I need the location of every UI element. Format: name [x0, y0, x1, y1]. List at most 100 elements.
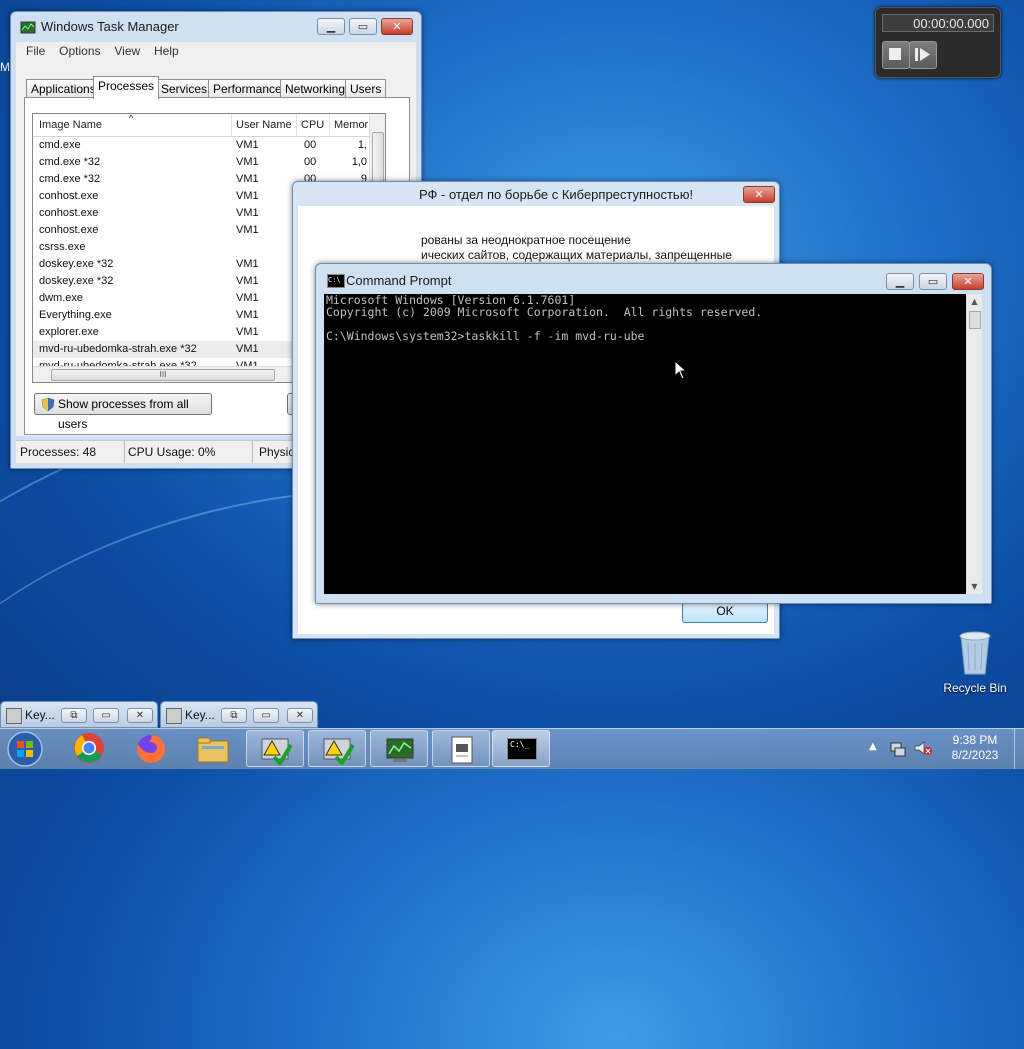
tab-users[interactable]: Users — [345, 79, 387, 98]
stop-button[interactable] — [882, 41, 910, 69]
start-button[interactable] — [5, 730, 45, 768]
message-line-2: ических сайтов, содержащих материалы, за… — [421, 248, 732, 262]
chrome-icon — [74, 733, 104, 763]
sort-arrow-icon: ^ — [129, 113, 134, 123]
tray-expand-arrow-icon[interactable]: ▲ — [869, 741, 877, 752]
status-cpu-usage: CPU Usage: 0% — [128, 441, 253, 463]
recycle-bin[interactable]: Recycle Bin — [940, 628, 1010, 695]
close-icon: ✕ — [754, 188, 764, 201]
menu-help[interactable]: Help — [154, 42, 179, 60]
cmd-window-title: Command Prompt — [346, 273, 452, 288]
table-row[interactable]: cmd.exe VM1 00 1, — [33, 137, 385, 154]
mouse-cursor-icon — [674, 360, 688, 380]
console-scrollbar[interactable]: ▲ ▼ — [967, 294, 982, 594]
process-name-cell: cmd.exe — [39, 139, 81, 151]
minimize-button[interactable]: ▁ — [317, 18, 345, 35]
process-user-cell: VM1 — [236, 309, 259, 321]
status-processes: Processes: 48 — [20, 441, 125, 463]
menu-file[interactable]: File — [26, 42, 45, 60]
process-name-cell: doskey.exe *32 — [39, 258, 114, 270]
thumbnail-1-restore-button[interactable]: ⧉ — [61, 708, 87, 723]
process-name-cell: conhost.exe — [39, 207, 99, 219]
process-name-cell: doskey.exe *32 — [39, 275, 114, 287]
tab-applications[interactable]: Applications — [26, 79, 101, 98]
table-row[interactable]: cmd.exe *32 VM1 00 1,0 — [33, 154, 385, 171]
taskbar-notepad[interactable] — [432, 730, 490, 767]
play-pause-icon — [915, 48, 930, 61]
taskbar-explorer[interactable] — [184, 730, 242, 767]
clock-date: 8/2/2023 — [951, 748, 999, 762]
console-scroll-thumb[interactable] — [969, 311, 981, 329]
process-user-cell: VM1 — [236, 190, 259, 202]
process-user-cell: VM1 — [236, 275, 259, 287]
process-cpu-cell: 00 — [304, 139, 317, 151]
column-user-name[interactable]: User Name — [232, 114, 297, 136]
process-user-cell: VM1 — [236, 156, 259, 168]
recycle-bin-label: Recycle Bin — [943, 681, 1007, 695]
taskbar-firefox[interactable] — [122, 730, 180, 767]
thumbnail-2-restore-button[interactable]: ⧉ — [221, 708, 247, 723]
tab-networking[interactable]: Networking — [280, 79, 351, 98]
process-user-cell: VM1 — [236, 343, 259, 355]
command-prompt-window[interactable]: C:\ Command Prompt ▁ ▭ ✕ Microsoft Windo… — [315, 263, 992, 604]
process-user-cell: VM1 — [236, 139, 259, 151]
show-desktop-button[interactable] — [1014, 729, 1024, 769]
process-name-cell: Everything.exe — [39, 309, 112, 321]
show-all-processes-button[interactable]: Show processes from all users — [34, 393, 212, 431]
thumbnail-1-close-button[interactable]: ✕ — [127, 708, 153, 723]
task-manager-icon — [386, 738, 414, 762]
menu-options[interactable]: Options — [59, 42, 100, 60]
thumbnail-1-maximize-button[interactable]: ▭ — [93, 708, 119, 723]
taskbar: C:\_ ▲ 9:38 PM 8/2/2023 — [0, 728, 1024, 769]
maximize-icon: ▭ — [927, 275, 939, 288]
cmd-minimize-button[interactable]: ▁ — [886, 273, 914, 290]
message-line-1: рованы за неоднократное посещение — [421, 233, 631, 247]
windows-logo-icon — [7, 731, 43, 767]
taskbar-app-warning-2[interactable] — [308, 730, 366, 767]
document-icon — [451, 736, 473, 764]
menu-view[interactable]: View — [114, 42, 140, 60]
column-memory[interactable]: Memor — [330, 114, 374, 136]
taskbar-chrome[interactable] — [60, 730, 118, 767]
timer-display: 00:00:00.000 — [882, 14, 994, 32]
close-icon: ✕ — [963, 275, 973, 288]
cmd-close-button[interactable]: ✕ — [952, 273, 984, 290]
scroll-up-arrow-icon[interactable]: ▲ — [967, 294, 982, 309]
process-name-cell: cmd.exe *32 — [39, 156, 101, 168]
firefox-icon — [137, 734, 166, 763]
close-button[interactable]: ✕ — [381, 18, 413, 35]
window-title: Windows Task Manager — [41, 19, 179, 34]
tab-services[interactable]: Services — [156, 79, 213, 98]
maximize-button[interactable]: ▭ — [349, 18, 377, 35]
process-user-cell: VM1 — [236, 292, 259, 304]
system-clock[interactable]: 9:38 PM 8/2/2023 — [940, 733, 1010, 763]
desktop-edge-text: M — [0, 60, 10, 74]
taskbar-app-warning-1[interactable] — [246, 730, 304, 767]
pause-resume-button[interactable] — [909, 41, 937, 69]
recording-timer-widget: 00:00:00.000 — [875, 7, 1001, 78]
process-cpu-cell: 00 — [304, 156, 317, 168]
thumbnail-1-label: Key... — [25, 708, 55, 722]
message-close-button[interactable]: ✕ — [743, 186, 775, 203]
hscroll-thumb[interactable]: III — [51, 369, 275, 381]
process-mem-cell: 1,0 — [351, 156, 367, 168]
column-cpu[interactable]: CPU — [297, 114, 330, 136]
scroll-down-arrow-icon[interactable]: ▼ — [967, 579, 982, 594]
thumbnail-2-close-button[interactable]: ✕ — [287, 708, 313, 723]
tab-processes[interactable]: Processes — [93, 76, 160, 99]
column-image-name[interactable]: Image Name — [39, 114, 232, 136]
console-area[interactable]: Microsoft Windows [Version 6.1.7601] Cop… — [324, 294, 966, 594]
volume-muted-icon[interactable] — [913, 739, 933, 757]
taskbar-thumbnail-1[interactable]: Key... ⧉ ▭ ✕ — [0, 701, 158, 728]
taskbar-thumbnail-2[interactable]: Key... ⧉ ▭ ✕ — [160, 701, 318, 728]
thumbnail-2-maximize-button[interactable]: ▭ — [253, 708, 279, 723]
taskbar-command-prompt[interactable]: C:\_ — [492, 730, 550, 767]
process-name-cell: cmd.exe *32 — [39, 173, 101, 185]
taskbar-task-manager[interactable] — [370, 730, 428, 767]
process-user-cell: VM1 — [236, 258, 259, 270]
network-icon[interactable] — [889, 739, 907, 757]
tab-performance[interactable]: Performance — [208, 79, 287, 98]
task-manager-icon — [20, 21, 36, 34]
cmd-maximize-button[interactable]: ▭ — [919, 273, 947, 290]
cmd-icon: C:\_ — [507, 738, 537, 760]
